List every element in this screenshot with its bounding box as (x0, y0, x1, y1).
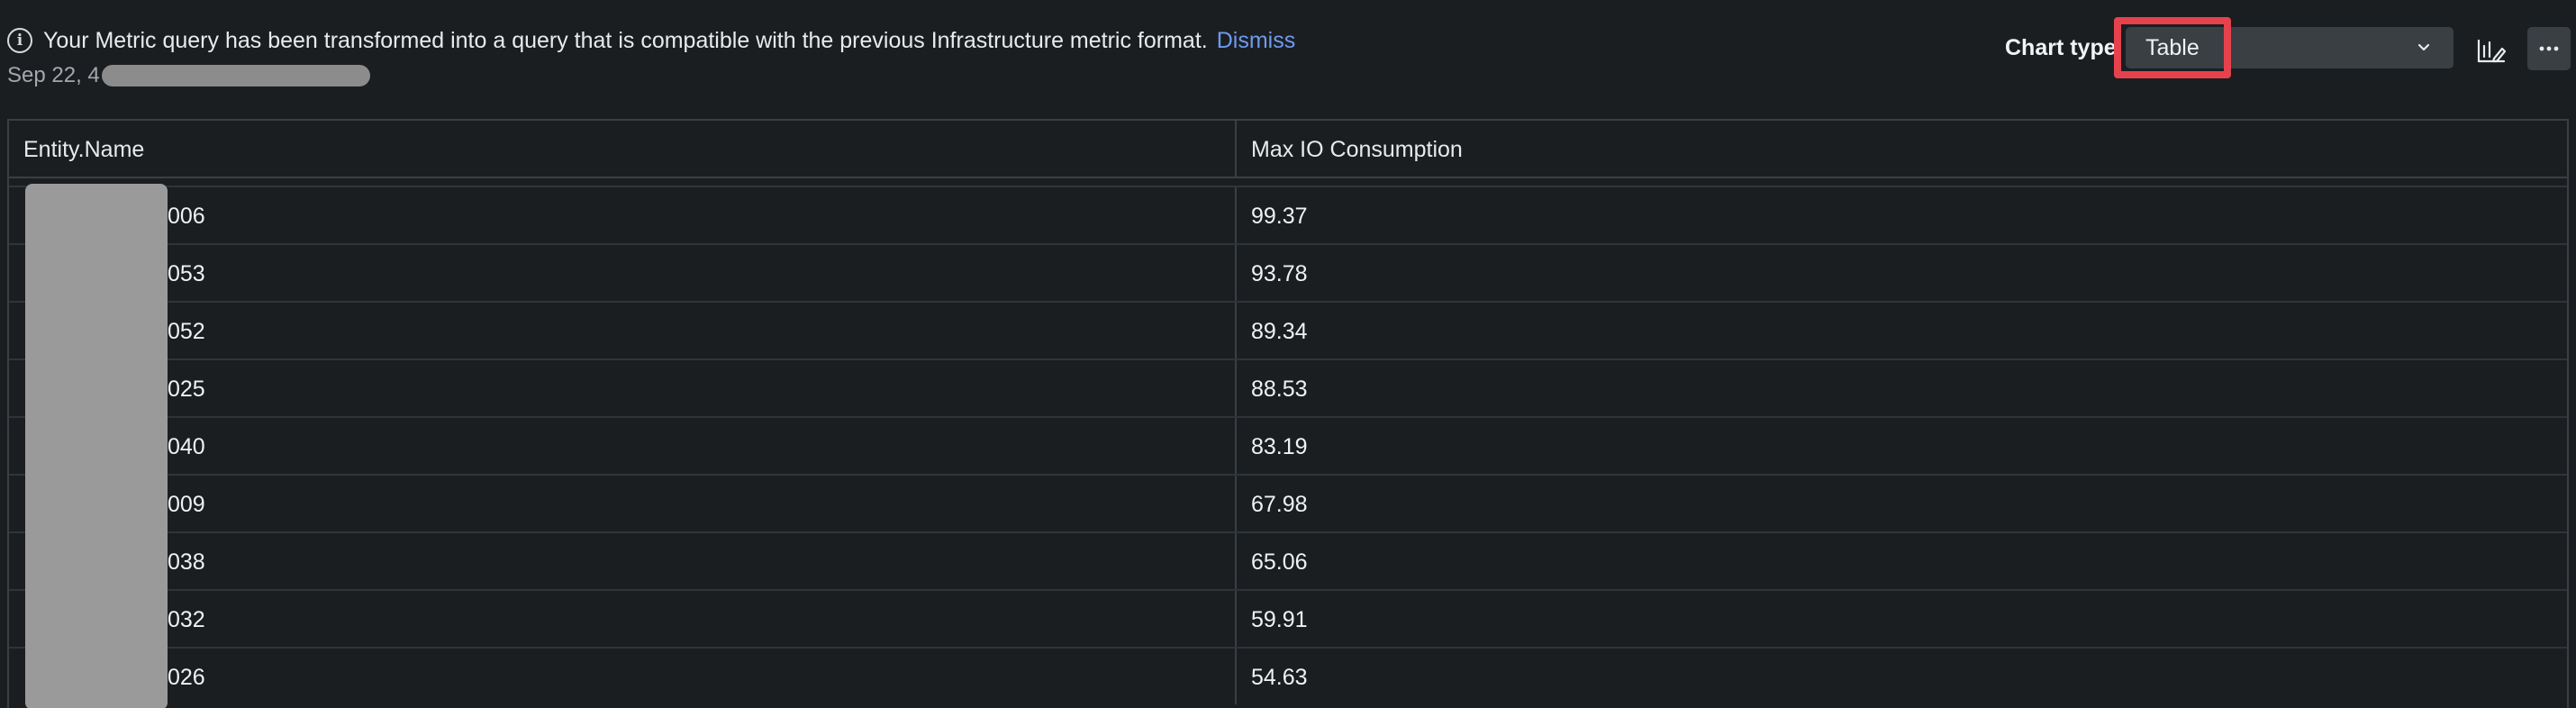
table-body: 006 99.37 053 93.78 052 89.34 025 88.53 040 83.19… (9, 186, 2567, 704)
notice-message: Your Metric query has been transformed i… (43, 28, 1208, 53)
max-io-value-cell: 83.19 (1251, 434, 1308, 459)
column-header-max-io[interactable]: Max IO Consumption (1237, 121, 2567, 177)
query-timestamp: Sep 22, 4 (7, 62, 370, 89)
chart-panel: i Your Metric query has been transformed… (0, 0, 2576, 708)
entity-name-cell: 032 (9, 591, 1237, 647)
entity-name-cell: 040 (9, 418, 1237, 474)
edit-chart-button[interactable] (2472, 32, 2511, 68)
table-header: Entity.Name Max IO Consumption (9, 121, 2567, 178)
chevron-down-icon (2417, 43, 2430, 51)
info-icon: i (7, 28, 32, 53)
table-row[interactable]: 006 99.37 (9, 186, 2567, 243)
query-transform-notice: i Your Metric query has been transformed… (7, 27, 1295, 54)
max-io-value-cell: 89.34 (1251, 319, 1308, 344)
entity-name-cell: 009 (9, 476, 1237, 531)
more-options-button[interactable] (2527, 27, 2571, 70)
max-io-value-cell: 88.53 (1251, 377, 1308, 402)
timestamp-text: Sep 22, 4 (7, 63, 100, 87)
entity-name-suffix: 009 (168, 492, 205, 517)
dismiss-link[interactable]: Dismiss (1217, 27, 1296, 54)
max-io-value-cell: 99.37 (1251, 204, 1308, 229)
table-row[interactable]: 040 83.19 (9, 416, 2567, 474)
table-row[interactable]: 009 67.98 (9, 474, 2567, 531)
entity-name-cell: 025 (9, 360, 1237, 416)
entity-name-cell: 026 (9, 649, 1237, 704)
chart-type-selected-value: Table (2145, 35, 2200, 60)
entity-name-suffix: 038 (168, 549, 205, 575)
entity-name-suffix: 006 (168, 204, 205, 229)
table-row[interactable]: 025 88.53 (9, 359, 2567, 416)
entity-name-suffix: 026 (168, 665, 205, 690)
redacted-timestamp (101, 65, 370, 86)
entity-name-suffix: 040 (168, 434, 205, 459)
chart-type-select[interactable]: Table (2126, 27, 2454, 68)
entity-name-suffix: 052 (168, 319, 205, 344)
chart-edit-icon (2477, 39, 2507, 63)
entity-name-suffix: 053 (168, 261, 205, 286)
entity-name-cell: 053 (9, 245, 1237, 301)
entity-name-cell: 038 (9, 533, 1237, 589)
max-io-value-cell: 59.91 (1251, 607, 1308, 632)
table-row[interactable]: 053 93.78 (9, 243, 2567, 301)
max-io-value-cell: 54.63 (1251, 665, 1308, 690)
table-row[interactable]: 052 89.34 (9, 301, 2567, 359)
table-row[interactable]: 032 59.91 (9, 589, 2567, 647)
chart-type-label: Chart type (2005, 35, 2117, 60)
max-io-value-cell: 65.06 (1251, 549, 1308, 575)
results-table: Entity.Name Max IO Consumption 006 99.37 0… (7, 119, 2569, 708)
table-row[interactable]: 038 65.06 (9, 531, 2567, 589)
max-io-value-cell: 67.98 (1251, 492, 1308, 517)
max-io-value-cell: 93.78 (1251, 261, 1308, 286)
entity-name-cell: 006 (9, 187, 1237, 243)
column-header-entity-name[interactable]: Entity.Name (9, 121, 1237, 177)
entity-name-suffix: 025 (168, 377, 205, 402)
entity-name-cell: 052 (9, 303, 1237, 359)
table-row[interactable]: 026 54.63 (9, 647, 2567, 704)
entity-name-suffix: 032 (168, 607, 205, 632)
more-horizontal-icon (2539, 46, 2559, 51)
redacted-entity-names (25, 184, 168, 708)
